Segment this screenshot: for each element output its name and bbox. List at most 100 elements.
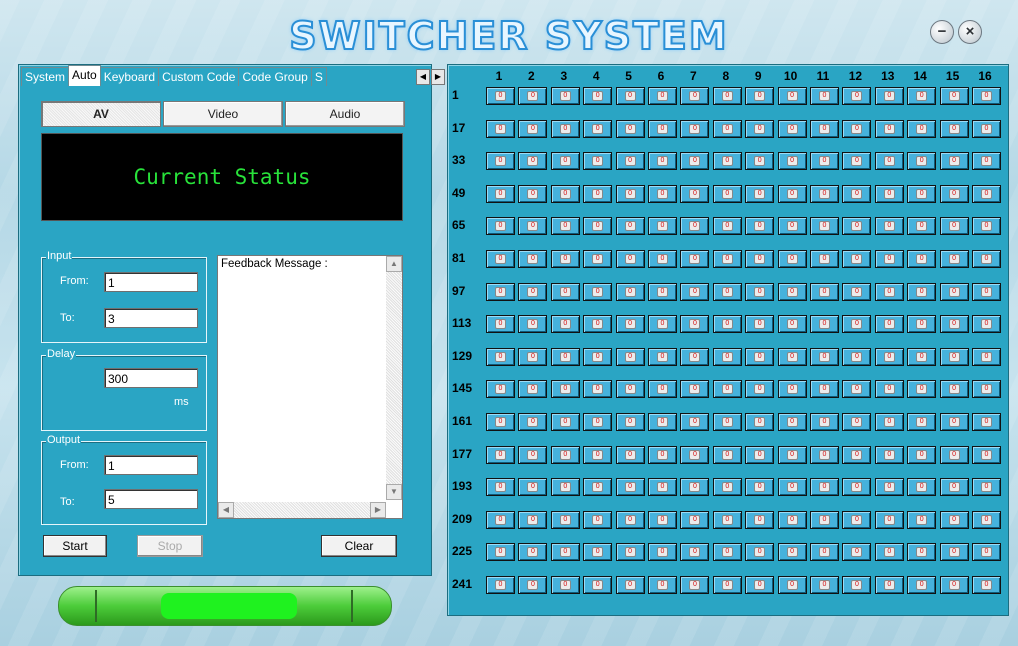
matrix-switch-button[interactable]: 0: [907, 576, 937, 594]
matrix-switch-button[interactable]: 0: [712, 347, 742, 366]
matrix-switch-button[interactable]: 0: [874, 119, 904, 138]
matrix-switch-button[interactable]: 0: [907, 543, 937, 562]
matrix-switch-button[interactable]: 0: [648, 152, 677, 171]
matrix-switch-button[interactable]: 0: [907, 413, 937, 431]
matrix-switch-button[interactable]: 0: [939, 347, 969, 366]
input-from-field[interactable]: 1: [104, 272, 198, 292]
matrix-switch-button[interactable]: 0: [777, 119, 807, 138]
matrix-switch-button[interactable]: 0: [907, 217, 937, 236]
matrix-switch-button[interactable]: 0: [615, 576, 645, 594]
matrix-switch-button[interactable]: 0: [907, 119, 937, 138]
matrix-switch-button[interactable]: 0: [648, 119, 677, 138]
matrix-switch-button[interactable]: 0: [583, 152, 613, 171]
matrix-switch-button[interactable]: 0: [777, 576, 807, 594]
matrix-switch-button[interactable]: 0: [518, 87, 548, 105]
matrix-switch-button[interactable]: 0: [615, 87, 645, 105]
matrix-switch-button[interactable]: 0: [648, 576, 677, 594]
matrix-switch-button[interactable]: 0: [745, 445, 775, 464]
matrix-switch-button[interactable]: 0: [810, 184, 839, 203]
matrix-switch-button[interactable]: 0: [648, 184, 677, 203]
matrix-switch-button[interactable]: 0: [842, 87, 872, 105]
matrix-switch-button[interactable]: 0: [648, 315, 677, 334]
matrix-switch-button[interactable]: 0: [712, 217, 742, 236]
matrix-switch-button[interactable]: 0: [518, 119, 548, 138]
matrix-switch-button[interactable]: 0: [712, 478, 742, 497]
matrix-switch-button[interactable]: 0: [550, 543, 580, 562]
matrix-switch-button[interactable]: 0: [712, 282, 742, 301]
matrix-switch-button[interactable]: 0: [615, 510, 645, 529]
matrix-switch-button[interactable]: 0: [745, 543, 775, 562]
matrix-switch-button[interactable]: 0: [615, 413, 645, 431]
matrix-switch-button[interactable]: 0: [486, 250, 515, 268]
matrix-switch-button[interactable]: 0: [583, 250, 613, 268]
matrix-switch-button[interactable]: 0: [583, 478, 613, 497]
matrix-switch-button[interactable]: 0: [680, 576, 710, 594]
matrix-switch-button[interactable]: 0: [680, 413, 710, 431]
matrix-switch-button[interactable]: 0: [518, 152, 548, 171]
matrix-switch-button[interactable]: 0: [939, 250, 969, 268]
matrix-switch-button[interactable]: 0: [907, 184, 937, 203]
minimize-icon[interactable]: −: [930, 20, 954, 44]
matrix-switch-button[interactable]: 0: [615, 478, 645, 497]
matrix-switch-button[interactable]: 0: [874, 315, 904, 334]
close-icon[interactable]: ×: [958, 20, 982, 44]
matrix-switch-button[interactable]: 0: [810, 282, 839, 301]
matrix-switch-button[interactable]: 0: [648, 543, 677, 562]
matrix-switch-button[interactable]: 0: [745, 184, 775, 203]
matrix-switch-button[interactable]: 0: [907, 380, 937, 399]
matrix-switch-button[interactable]: 0: [615, 315, 645, 334]
matrix-switch-button[interactable]: 0: [874, 380, 904, 399]
tab-keyboard[interactable]: Keyboard: [99, 67, 160, 86]
matrix-switch-button[interactable]: 0: [583, 87, 613, 105]
matrix-switch-button[interactable]: 0: [550, 217, 580, 236]
matrix-switch-button[interactable]: 0: [874, 510, 904, 529]
matrix-switch-button[interactable]: 0: [583, 184, 613, 203]
matrix-switch-button[interactable]: 0: [745, 380, 775, 399]
tab-auto[interactable]: Auto: [68, 65, 101, 86]
matrix-switch-button[interactable]: 0: [583, 347, 613, 366]
matrix-switch-button[interactable]: 0: [777, 250, 807, 268]
matrix-switch-button[interactable]: 0: [648, 282, 677, 301]
matrix-switch-button[interactable]: 0: [648, 478, 677, 497]
matrix-switch-button[interactable]: 0: [810, 576, 839, 594]
matrix-switch-button[interactable]: 0: [550, 315, 580, 334]
matrix-switch-button[interactable]: 0: [615, 282, 645, 301]
matrix-switch-button[interactable]: 0: [810, 217, 839, 236]
matrix-switch-button[interactable]: 0: [550, 576, 580, 594]
matrix-switch-button[interactable]: 0: [810, 413, 839, 431]
matrix-switch-button[interactable]: 0: [745, 478, 775, 497]
matrix-switch-button[interactable]: 0: [550, 510, 580, 529]
tab-truncated[interactable]: S: [310, 67, 327, 86]
matrix-switch-button[interactable]: 0: [486, 445, 515, 464]
matrix-switch-button[interactable]: 0: [680, 282, 710, 301]
matrix-switch-button[interactable]: 0: [777, 315, 807, 334]
matrix-switch-button[interactable]: 0: [680, 445, 710, 464]
matrix-switch-button[interactable]: 0: [615, 380, 645, 399]
matrix-switch-button[interactable]: 0: [939, 119, 969, 138]
matrix-switch-button[interactable]: 0: [486, 413, 515, 431]
matrix-switch-button[interactable]: 0: [972, 543, 1001, 562]
matrix-switch-button[interactable]: 0: [615, 184, 645, 203]
matrix-switch-button[interactable]: 0: [648, 445, 677, 464]
matrix-switch-button[interactable]: 0: [615, 445, 645, 464]
tab-scroll-left-icon[interactable]: ◀: [416, 69, 430, 85]
matrix-switch-button[interactable]: 0: [842, 543, 872, 562]
matrix-switch-button[interactable]: 0: [486, 543, 515, 562]
matrix-switch-button[interactable]: 0: [939, 184, 969, 203]
matrix-switch-button[interactable]: 0: [939, 576, 969, 594]
matrix-switch-button[interactable]: 0: [874, 152, 904, 171]
matrix-switch-button[interactable]: 0: [518, 510, 548, 529]
matrix-switch-button[interactable]: 0: [712, 380, 742, 399]
matrix-switch-button[interactable]: 0: [550, 445, 580, 464]
matrix-switch-button[interactable]: 0: [777, 380, 807, 399]
matrix-switch-button[interactable]: 0: [486, 152, 515, 171]
matrix-switch-button[interactable]: 0: [550, 87, 580, 105]
scroll-up-icon[interactable]: ▲: [386, 256, 402, 272]
matrix-switch-button[interactable]: 0: [486, 87, 515, 105]
matrix-switch-button[interactable]: 0: [745, 347, 775, 366]
matrix-switch-button[interactable]: 0: [712, 119, 742, 138]
matrix-switch-button[interactable]: 0: [777, 152, 807, 171]
matrix-switch-button[interactable]: 0: [842, 217, 872, 236]
matrix-switch-button[interactable]: 0: [648, 380, 677, 399]
matrix-switch-button[interactable]: 0: [680, 250, 710, 268]
